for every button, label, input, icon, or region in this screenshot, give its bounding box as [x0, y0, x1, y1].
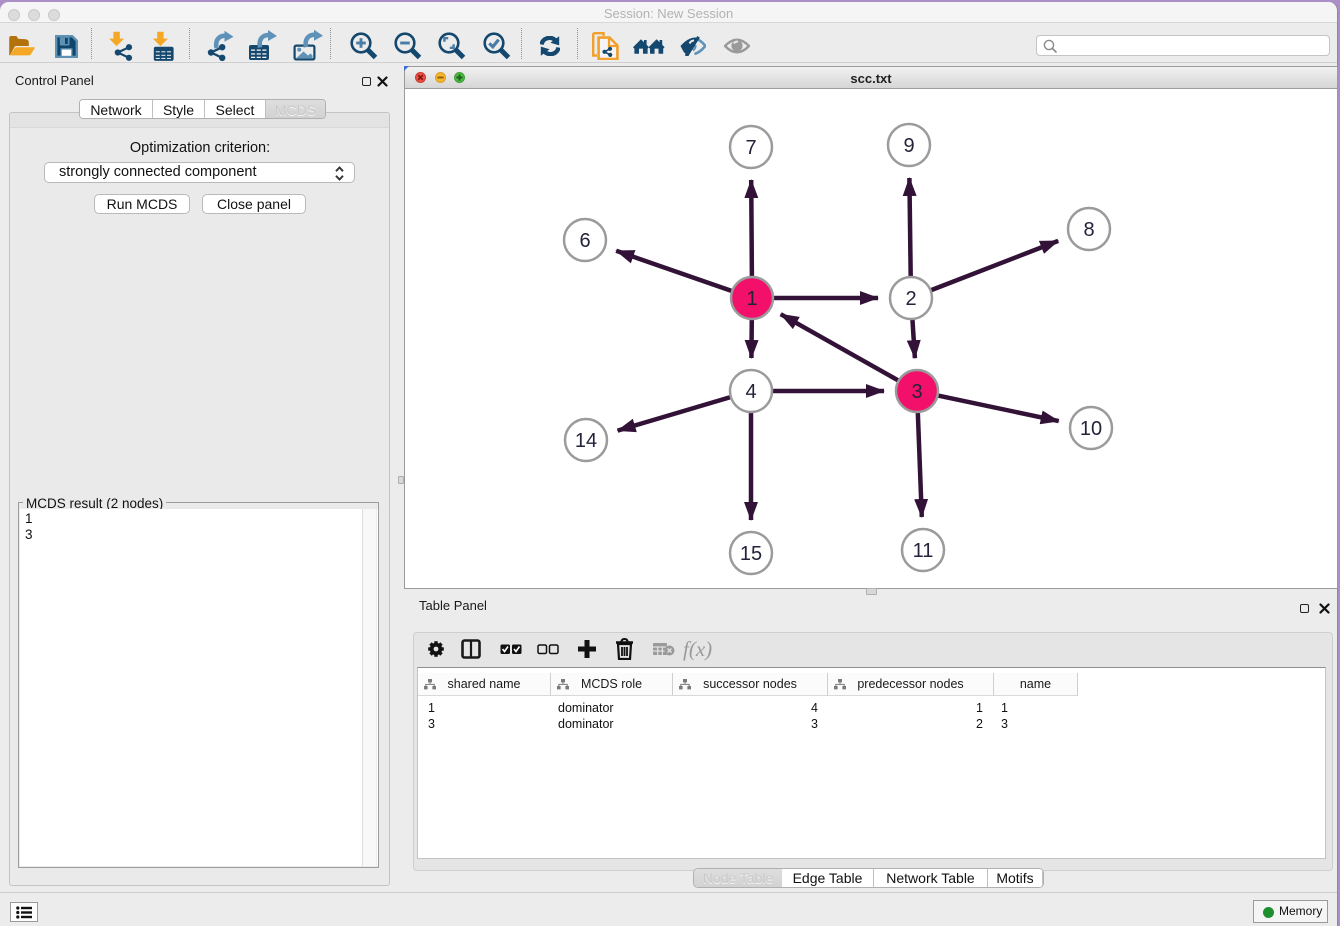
svg-text:14: 14	[575, 430, 597, 452]
svg-text:3: 3	[911, 381, 922, 403]
svg-text:2: 2	[905, 288, 916, 310]
svg-text:7: 7	[745, 137, 756, 159]
svg-text:11: 11	[913, 540, 934, 562]
svg-text:10: 10	[1080, 418, 1102, 440]
svg-text:1: 1	[746, 288, 757, 310]
svg-text:6: 6	[579, 230, 590, 252]
svg-text:15: 15	[740, 543, 762, 565]
svg-text:8: 8	[1083, 219, 1094, 241]
svg-text:9: 9	[903, 135, 914, 157]
svg-text:4: 4	[745, 381, 756, 403]
